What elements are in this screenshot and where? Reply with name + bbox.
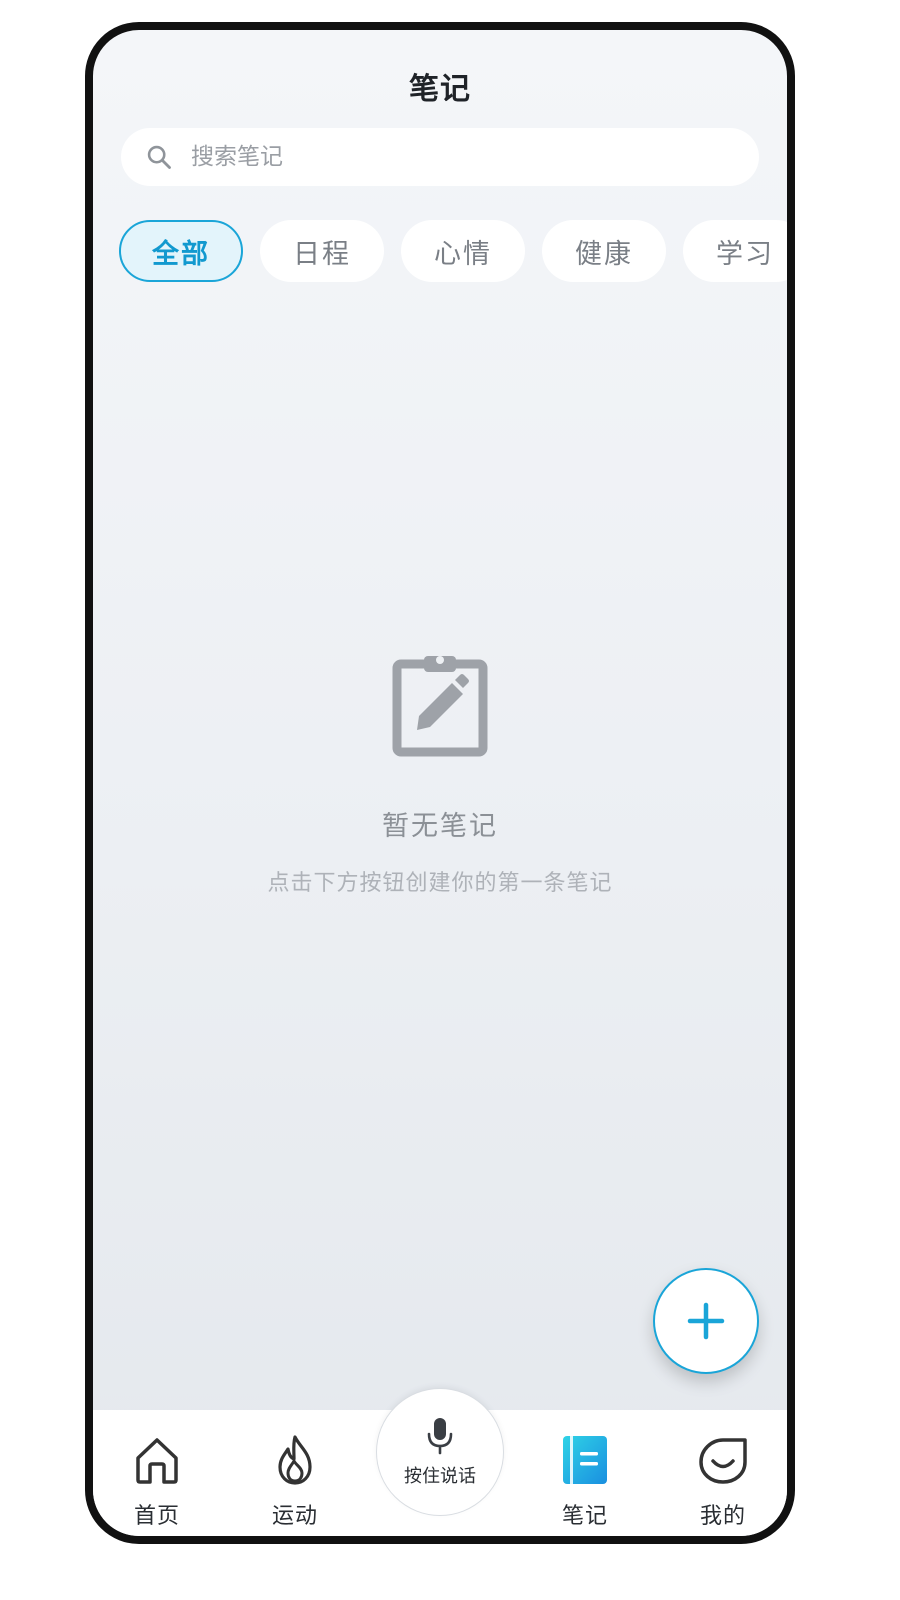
page-title: 笔记 xyxy=(409,72,471,107)
chip-all[interactable]: 全部 xyxy=(119,220,243,282)
tab-mine[interactable]: 我的 xyxy=(663,1432,783,1530)
tab-home-label: 首页 xyxy=(133,1504,180,1529)
tab-mine-label: 我的 xyxy=(699,1504,746,1529)
chip-health[interactable]: 健康 xyxy=(542,220,666,282)
add-note-button[interactable] xyxy=(653,1268,759,1374)
search-input[interactable] xyxy=(189,143,753,171)
smile-face-icon xyxy=(699,1438,747,1484)
chip-study[interactable]: 学习 xyxy=(683,220,787,282)
phone-frame: 笔记 全部 日程 心情 健康 学习 暂无笔记 点击下方按钮创建你的第一条笔记 xyxy=(85,22,795,1544)
empty-state: 暂无笔记 点击下方按钮创建你的第一条笔记 xyxy=(93,650,787,897)
category-chips: 全部 日程 心情 健康 学习 xyxy=(119,220,787,286)
plus-icon xyxy=(687,1302,725,1340)
tab-sport[interactable]: 运动 xyxy=(235,1432,355,1530)
voice-record-button[interactable]: 按住说话 xyxy=(376,1388,504,1516)
home-icon xyxy=(136,1438,178,1484)
tab-home[interactable]: 首页 xyxy=(97,1432,217,1530)
search-icon xyxy=(147,145,171,169)
tab-notes-label: 笔记 xyxy=(561,1504,608,1529)
chip-mood[interactable]: 心情 xyxy=(401,220,525,282)
notebook-icon xyxy=(563,1436,607,1484)
tab-notes[interactable]: 笔记 xyxy=(525,1432,645,1530)
clipboard-edit-icon xyxy=(392,656,488,757)
tab-sport-label: 运动 xyxy=(271,1504,318,1529)
flame-icon xyxy=(278,1435,312,1485)
voice-button-label: 按住说话 xyxy=(404,1466,476,1487)
search-bar[interactable] xyxy=(121,128,759,186)
chip-schedule[interactable]: 日程 xyxy=(260,220,384,282)
empty-title: 暂无笔记 xyxy=(382,811,498,842)
empty-subtitle: 点击下方按钮创建你的第一条笔记 xyxy=(267,871,613,896)
microphone-icon xyxy=(427,1418,453,1455)
